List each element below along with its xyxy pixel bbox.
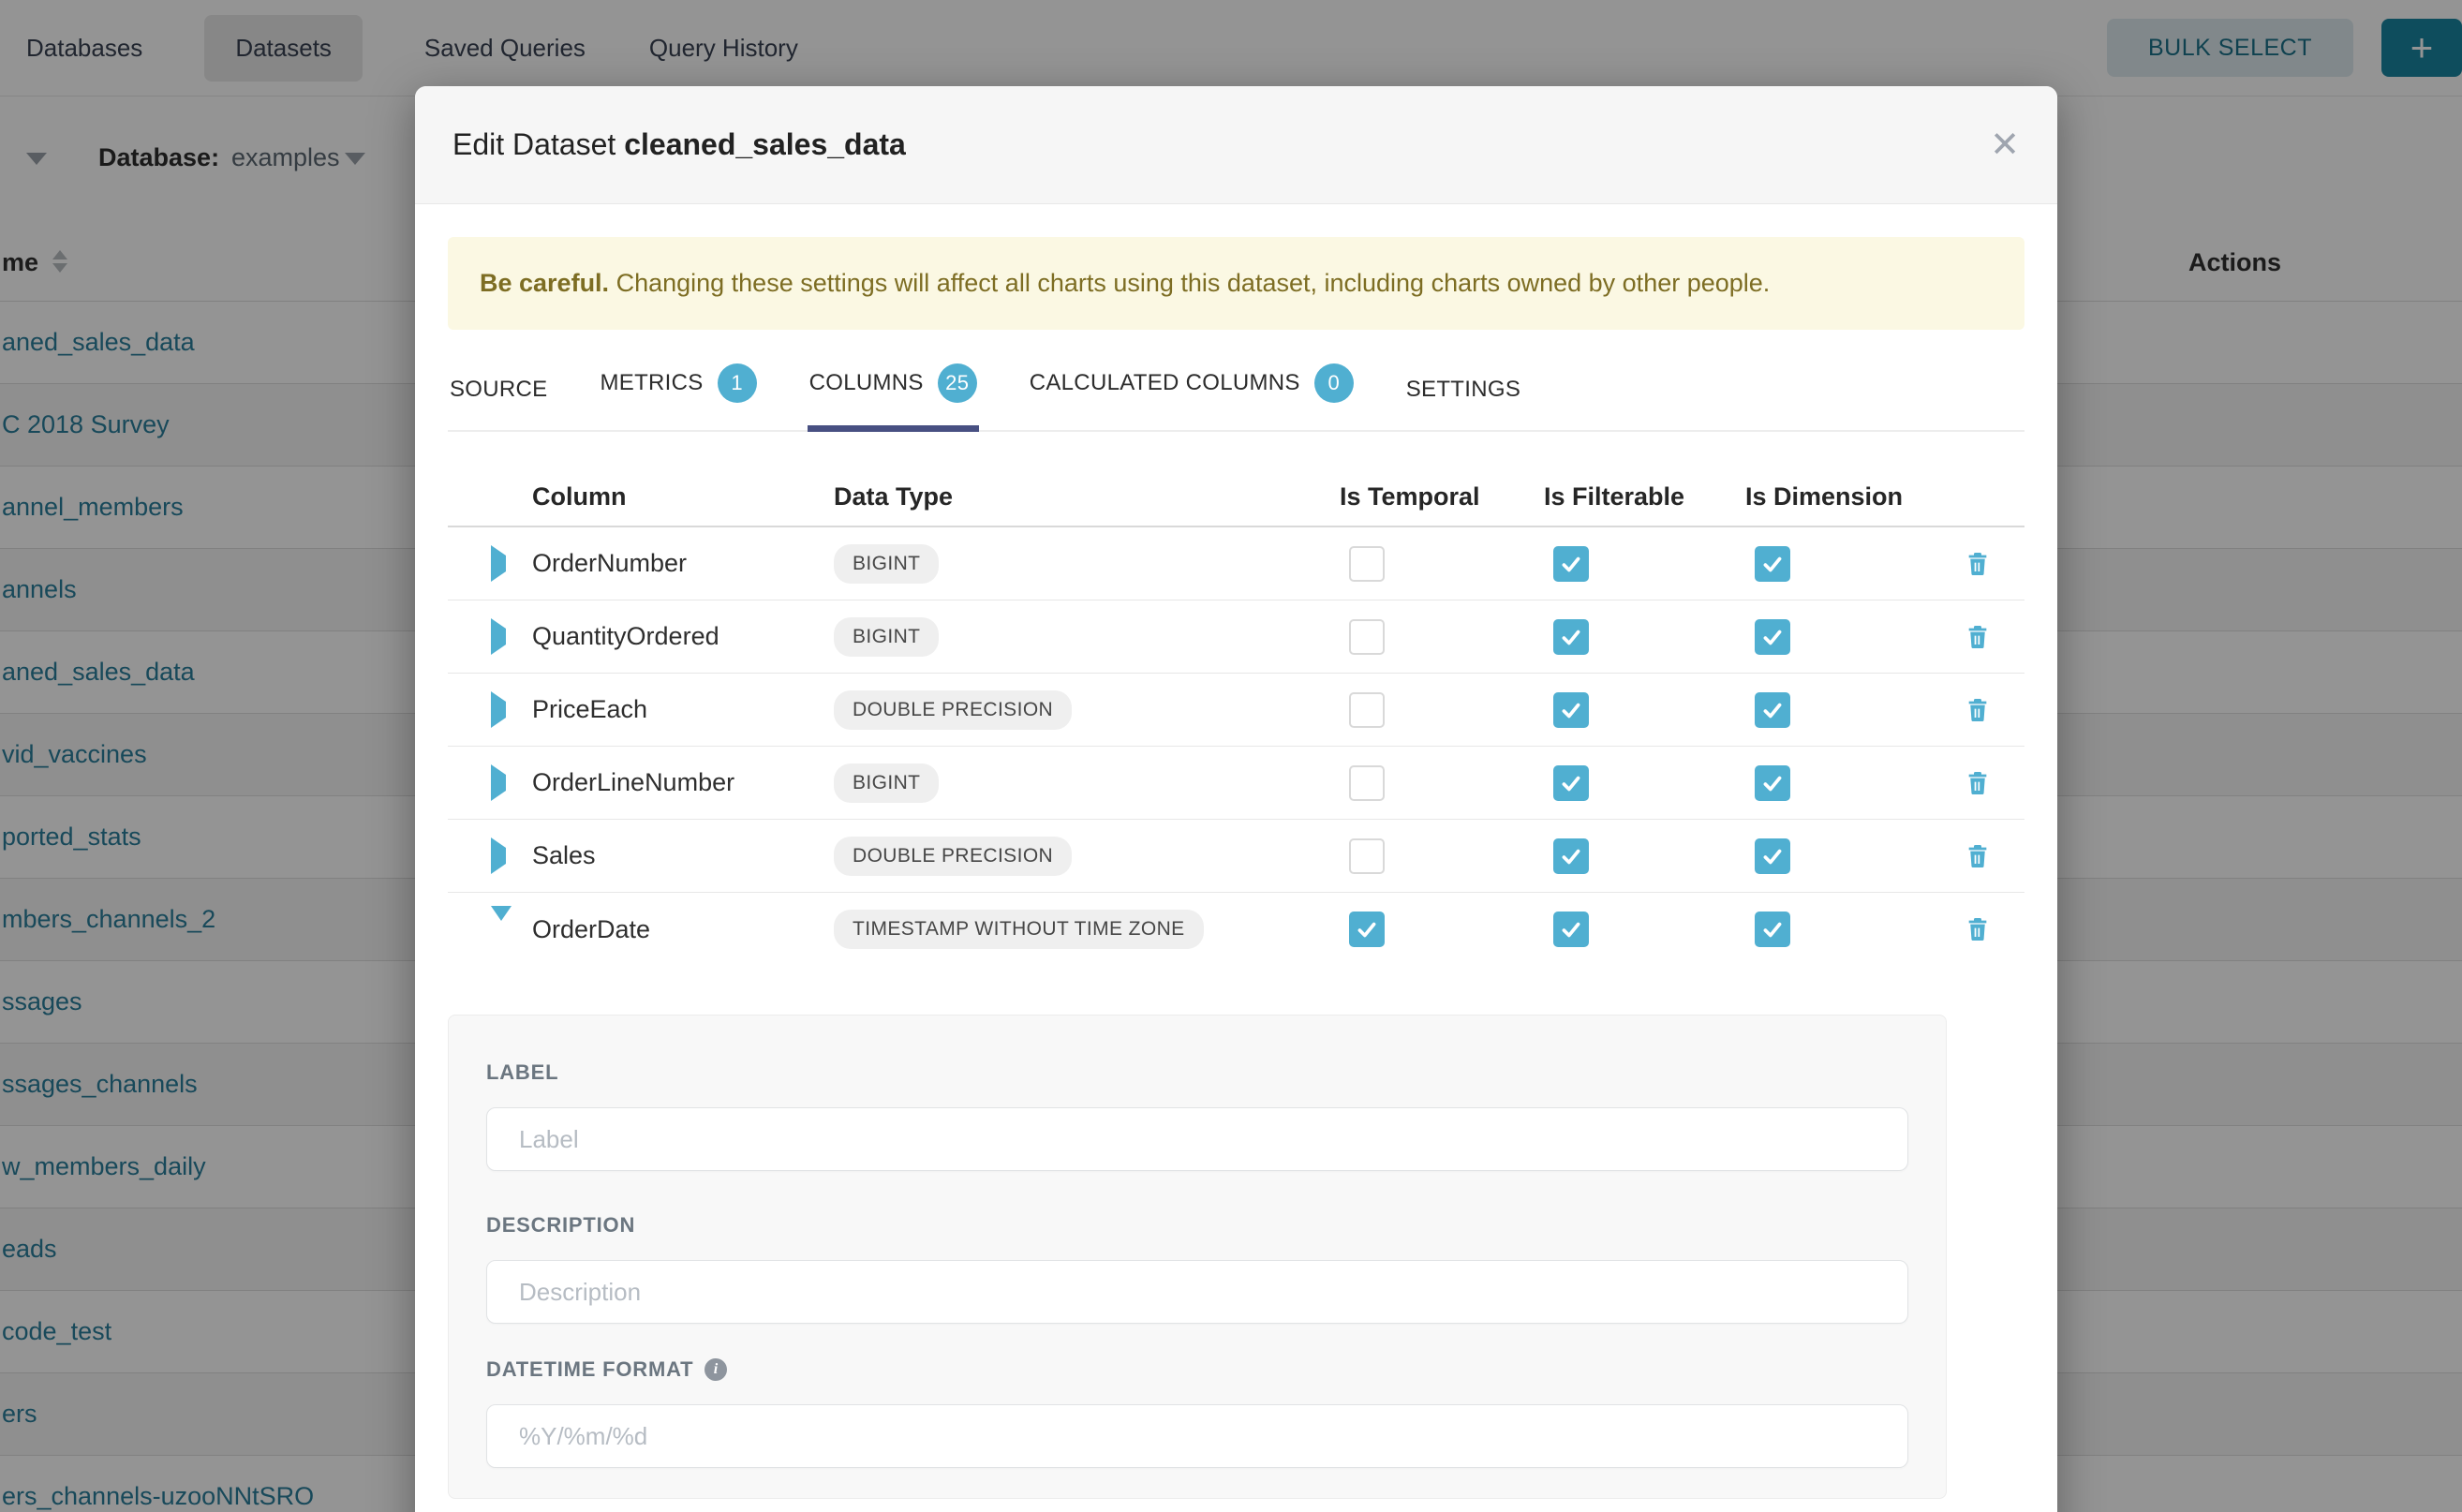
- label-input[interactable]: [486, 1107, 1908, 1171]
- expand-caret-icon[interactable]: [491, 764, 506, 801]
- column-name: Sales: [513, 841, 804, 870]
- is-dimension-checkbox[interactable]: [1755, 765, 1790, 801]
- tab-metrics[interactable]: METRICS 1: [598, 352, 758, 432]
- datetime-format-field-title: DATETIME FORMAT i: [486, 1357, 1908, 1382]
- app-root: DatabasesDatasetsSaved QueriesQuery Hist…: [0, 0, 2462, 1512]
- is-temporal-checkbox[interactable]: [1349, 619, 1385, 655]
- column-row-orderlinenumber: OrderLineNumber BIGINT: [448, 747, 2024, 820]
- is-dimension-checkbox[interactable]: [1755, 912, 1790, 947]
- modal-body: Be careful. Changing these settings will…: [415, 204, 2057, 1499]
- datetime-format-title-text: DATETIME FORMAT: [486, 1357, 693, 1382]
- is-temporal-checkbox[interactable]: [1349, 692, 1385, 728]
- is-dimension-checkbox[interactable]: [1755, 619, 1790, 655]
- delete-column-button[interactable]: [1963, 695, 1993, 725]
- tab-columns[interactable]: COLUMNS 25: [808, 352, 979, 432]
- delete-column-button[interactable]: [1963, 768, 1993, 798]
- column-row-orderdate: OrderDate TIMESTAMP WITHOUT TIME ZONE: [448, 893, 2024, 966]
- expand-caret-icon[interactable]: [491, 691, 506, 728]
- column-detail-panel: LABEL DESCRIPTION DATETIME FORMAT i: [448, 1015, 1947, 1499]
- is-temporal-checkbox[interactable]: [1349, 546, 1385, 582]
- edit-dataset-modal: Edit Dataset cleaned_sales_data ✕ Be car…: [415, 86, 2057, 1512]
- modal-title: Edit Dataset cleaned_sales_data: [452, 127, 906, 162]
- column-name: QuantityOrdered: [513, 622, 804, 651]
- column-row-sales: Sales DOUBLE PRECISION: [448, 820, 2024, 893]
- tab-label: CALCULATED COLUMNS: [1030, 370, 1300, 396]
- delete-column-button[interactable]: [1963, 841, 1993, 871]
- close-icon[interactable]: ✕: [1990, 127, 2020, 163]
- tab-settings[interactable]: SETTINGS: [1404, 365, 1522, 432]
- column-name: OrderLineNumber: [513, 768, 804, 797]
- label-field-title: LABEL: [486, 1060, 1908, 1085]
- expand-caret-icon[interactable]: [491, 545, 506, 582]
- data-type-chip: TIMESTAMP WITHOUT TIME ZONE: [834, 910, 1204, 949]
- description-field-title: DESCRIPTION: [486, 1213, 1908, 1238]
- tab-label: METRICS: [600, 370, 703, 396]
- is-temporal-checkbox[interactable]: [1349, 765, 1385, 801]
- is-dimension-checkbox[interactable]: [1755, 838, 1790, 874]
- modal-header: Edit Dataset cleaned_sales_data ✕: [415, 86, 2057, 204]
- column-name: OrderNumber: [513, 549, 804, 578]
- warning-banner: Be careful. Changing these settings will…: [448, 237, 2024, 330]
- tab-label: COLUMNS: [809, 370, 924, 396]
- info-icon[interactable]: i: [704, 1358, 727, 1381]
- is-filterable-checkbox[interactable]: [1553, 692, 1589, 728]
- modal-title-prefix: Edit Dataset: [452, 127, 624, 161]
- is-filterable-checkbox[interactable]: [1553, 765, 1589, 801]
- header-is-temporal: Is Temporal: [1328, 482, 1533, 511]
- column-name: OrderDate: [513, 915, 804, 944]
- header-is-filterable: Is Filterable: [1533, 482, 1734, 511]
- column-name: PriceEach: [513, 695, 804, 724]
- is-temporal-checkbox[interactable]: [1349, 912, 1385, 947]
- columns-table-rows: OrderNumber BIGINT QuantityOrdered BIGINT Pr…: [448, 527, 2024, 966]
- delete-column-button[interactable]: [1963, 914, 1993, 944]
- columns-table-header: Column Data Type Is Temporal Is Filterab…: [448, 467, 2024, 527]
- data-type-chip: BIGINT: [834, 544, 939, 584]
- is-dimension-checkbox[interactable]: [1755, 692, 1790, 728]
- delete-column-button[interactable]: [1963, 622, 1993, 652]
- data-type-chip: BIGINT: [834, 763, 939, 803]
- tab-calculated-columns[interactable]: CALCULATED COLUMNS 0: [1028, 352, 1356, 432]
- is-filterable-checkbox[interactable]: [1553, 546, 1589, 582]
- is-filterable-checkbox[interactable]: [1553, 912, 1589, 947]
- is-filterable-checkbox[interactable]: [1553, 619, 1589, 655]
- modal-tabs: SOURCE METRICS 1 COLUMNS 25 CALCULATED COLUMN…: [448, 352, 2024, 432]
- column-row-priceeach: PriceEach DOUBLE PRECISION: [448, 674, 2024, 747]
- data-type-chip: DOUBLE PRECISION: [834, 690, 1072, 730]
- header-column: Column: [513, 482, 804, 511]
- header-is-dimension: Is Dimension: [1734, 482, 1948, 511]
- column-row-ordernumber: OrderNumber BIGINT: [448, 527, 2024, 600]
- tab-label: SETTINGS: [1406, 377, 1520, 403]
- collapse-caret-icon[interactable]: [491, 906, 512, 937]
- expand-caret-icon[interactable]: [491, 838, 506, 874]
- warning-banner-text: Changing these settings will affect all …: [609, 269, 1770, 297]
- tab-count-badge: 0: [1314, 363, 1354, 403]
- tab-label: SOURCE: [450, 377, 547, 403]
- column-row-quantityordered: QuantityOrdered BIGINT: [448, 600, 2024, 674]
- expand-caret-icon[interactable]: [491, 618, 506, 655]
- tab-count-badge: 25: [938, 363, 977, 403]
- tab-source[interactable]: SOURCE: [448, 365, 549, 432]
- is-temporal-checkbox[interactable]: [1349, 838, 1385, 874]
- header-data-type: Data Type: [804, 482, 1328, 511]
- modal-title-dataset-name: cleaned_sales_data: [624, 127, 906, 161]
- delete-column-button[interactable]: [1963, 549, 1993, 579]
- datetime-format-input[interactable]: [486, 1404, 1908, 1468]
- description-input[interactable]: [486, 1260, 1908, 1324]
- tab-count-badge: 1: [718, 363, 757, 403]
- data-type-chip: DOUBLE PRECISION: [834, 837, 1072, 876]
- data-type-chip: BIGINT: [834, 617, 939, 657]
- warning-banner-bold: Be careful.: [480, 269, 609, 297]
- is-dimension-checkbox[interactable]: [1755, 546, 1790, 582]
- is-filterable-checkbox[interactable]: [1553, 838, 1589, 874]
